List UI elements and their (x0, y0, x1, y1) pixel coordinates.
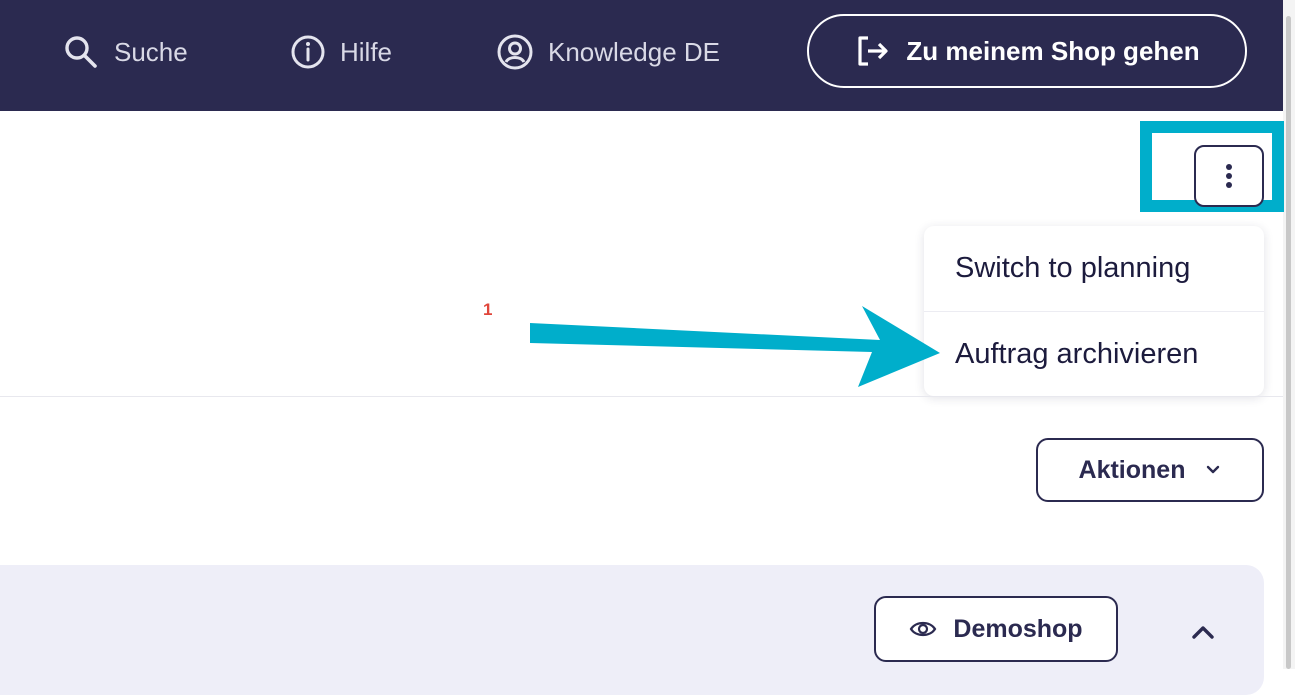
search-label: Suche (114, 36, 188, 67)
help-label: Hilfe (340, 36, 393, 67)
options-dropdown-menu: Switch to planning Auftrag archivieren (924, 226, 1264, 396)
logout-arrow-icon (858, 36, 888, 66)
more-options-button[interactable] (1194, 145, 1264, 207)
scrollbar-thumb[interactable] (1286, 16, 1291, 669)
top-navigation-bar: Suche Hilfe Knowledge DE Zu meinem Shop … (0, 0, 1283, 111)
go-to-shop-button[interactable]: Zu meinem Shop gehen (807, 14, 1247, 88)
go-to-shop-label: Zu meinem Shop gehen (906, 35, 1200, 66)
info-icon (291, 35, 325, 69)
kebab-vertical-icon (1226, 164, 1232, 188)
section-divider (0, 396, 1283, 397)
search-nav-item[interactable]: Suche (62, 30, 188, 74)
menu-item-archive-order[interactable]: Auftrag archivieren (924, 311, 1264, 396)
help-nav-item[interactable]: Hilfe (290, 30, 392, 74)
knowledge-label: Knowledge DE (548, 36, 720, 67)
eye-icon (910, 621, 937, 637)
demoshop-label: Demoshop (953, 614, 1083, 643)
menu-item-switch-to-planning[interactable]: Switch to planning (924, 226, 1264, 311)
user-circle-icon (497, 34, 533, 70)
search-icon (65, 36, 97, 68)
vertical-scrollbar[interactable] (1283, 0, 1295, 669)
annotation-step-number: 1 (483, 300, 493, 319)
knowledge-nav-item[interactable]: Knowledge DE (496, 30, 720, 74)
demoshop-view-button[interactable]: Demoshop (874, 596, 1118, 662)
actions-dropdown-button[interactable]: Aktionen (1036, 438, 1264, 502)
chevron-down-icon (1207, 465, 1220, 474)
actions-label: Aktionen (1078, 455, 1186, 484)
chevron-up-icon (1192, 626, 1214, 639)
collapse-panel-button[interactable] (1180, 612, 1226, 652)
